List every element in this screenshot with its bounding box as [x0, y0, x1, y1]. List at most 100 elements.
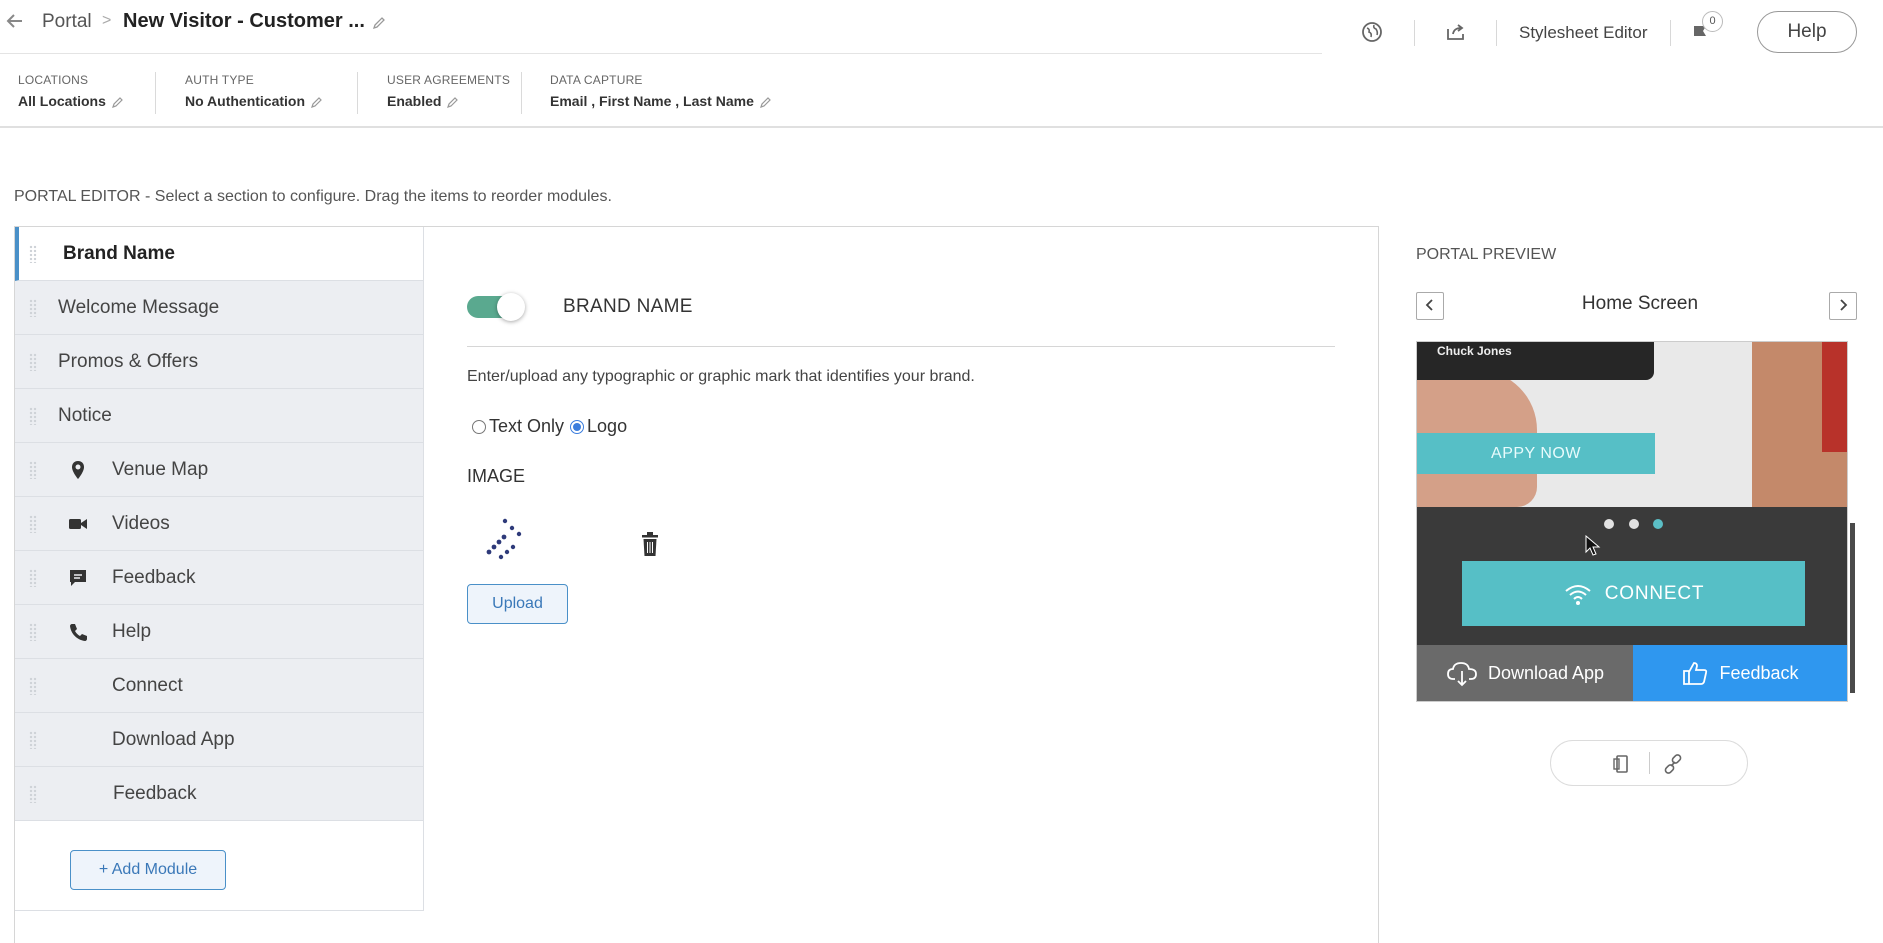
- phone-icon: [70, 624, 87, 641]
- setting-value: All Locations: [18, 93, 124, 109]
- add-module-button[interactable]: + Add Module: [70, 850, 226, 890]
- module-item-videos[interactable]: Videos: [15, 497, 424, 551]
- brand-name-toggle[interactable]: [467, 293, 525, 321]
- preview-next-button[interactable]: [1829, 292, 1857, 320]
- module-list: Brand Name Welcome Message Promos & Offe…: [15, 227, 424, 821]
- preview-hero-image: Chuck Jones APPY NOW: [1417, 342, 1847, 507]
- wifi-icon: [1565, 584, 1591, 605]
- module-label: Welcome Message: [58, 296, 220, 318]
- setting-locations[interactable]: LOCATIONS All Locations: [18, 73, 124, 109]
- radio-logo[interactable]: [570, 419, 585, 434]
- card-name-text: Chuck Jones: [1437, 344, 1512, 358]
- module-item-welcome-message[interactable]: Welcome Message: [15, 281, 424, 335]
- radio-logo-label[interactable]: Logo: [587, 416, 627, 437]
- toggle-knob: [497, 293, 525, 321]
- drag-handle-icon[interactable]: [29, 569, 37, 587]
- cloud-download-icon: [1447, 662, 1477, 687]
- module-item-brand-name[interactable]: Brand Name: [15, 227, 424, 281]
- drag-handle-icon[interactable]: [29, 731, 37, 749]
- drag-handle-icon[interactable]: [29, 299, 37, 317]
- trash-icon[interactable]: [640, 531, 660, 557]
- drag-handle-icon[interactable]: [29, 353, 37, 371]
- feedback-button[interactable]: Feedback: [1633, 645, 1847, 701]
- connect-label: CONNECT: [1604, 582, 1705, 604]
- module-label: Promos & Offers: [58, 350, 199, 372]
- thumbs-up-icon: [1683, 662, 1708, 685]
- breadcrumb-portal[interactable]: Portal: [42, 11, 92, 33]
- notification-badge: 0: [1702, 11, 1723, 32]
- upload-button[interactable]: Upload: [467, 584, 568, 624]
- module-item-download-app[interactable]: Download App: [15, 713, 424, 767]
- feedback-label: Feedback: [1719, 662, 1799, 683]
- edit-pencil-icon[interactable]: [111, 96, 124, 109]
- setting-user-agreements[interactable]: USER AGREEMENTS Enabled: [387, 73, 510, 109]
- separator: [1670, 20, 1671, 46]
- device-rotate-icon[interactable]: [1611, 753, 1633, 775]
- radio-text-only[interactable]: [472, 419, 486, 434]
- stylesheet-editor-link[interactable]: Stylesheet Editor: [1519, 23, 1648, 43]
- module-item-connect[interactable]: Connect: [15, 659, 424, 713]
- edit-pencil-icon[interactable]: [447, 96, 459, 109]
- connect-button[interactable]: CONNECT: [1462, 561, 1805, 626]
- help-button[interactable]: Help: [1757, 11, 1857, 53]
- preview-prev-button[interactable]: [1416, 292, 1444, 320]
- drag-handle-icon[interactable]: [29, 245, 37, 263]
- drag-handle-icon[interactable]: [29, 677, 37, 695]
- drag-handle-icon[interactable]: [29, 407, 37, 425]
- globe-icon[interactable]: [1360, 20, 1384, 44]
- setting-data-capture[interactable]: DATA CAPTURE Email , First Name , Last N…: [550, 73, 772, 109]
- module-item-feedback[interactable]: Feedback: [15, 551, 424, 605]
- section-title: BRAND NAME: [563, 296, 693, 317]
- carousel-dot[interactable]: [1629, 519, 1639, 529]
- setting-auth-type[interactable]: AUTH TYPE No Authentication: [185, 73, 323, 109]
- module-list-border: [423, 227, 424, 911]
- module-item-help[interactable]: Help: [15, 605, 424, 659]
- logo-preview-icon: [486, 518, 522, 560]
- drag-handle-icon[interactable]: [29, 623, 37, 641]
- top-divider: [0, 53, 1322, 54]
- download-app-button[interactable]: Download App: [1417, 645, 1633, 701]
- separator: [521, 72, 522, 114]
- carousel-dot-active[interactable]: [1653, 519, 1663, 529]
- module-label: Notice: [58, 404, 112, 426]
- edit-pencil-icon[interactable]: [759, 96, 772, 109]
- apply-now-button[interactable]: APPY NOW: [1417, 433, 1655, 474]
- carousel-dot[interactable]: [1604, 519, 1614, 529]
- hero-sleeve-shape: [1822, 342, 1847, 452]
- module-item-promos-offers[interactable]: Promos & Offers: [15, 335, 424, 389]
- chevron-left-icon: [1425, 298, 1433, 311]
- chevron-right-icon: [1840, 298, 1848, 311]
- brand-type-radio-group: Text Only Logo: [472, 416, 633, 437]
- preview-screen-title: Home Screen: [1581, 293, 1699, 314]
- share-icon[interactable]: [1444, 20, 1468, 44]
- setting-label: DATA CAPTURE: [550, 73, 643, 87]
- image-label: IMAGE: [467, 466, 526, 486]
- module-item-notice[interactable]: Notice: [15, 389, 424, 443]
- drag-handle-icon[interactable]: [29, 785, 37, 803]
- module-item-feedback-2[interactable]: Feedback: [15, 767, 424, 821]
- map-pin-icon: [72, 461, 84, 479]
- link-icon[interactable]: [1663, 754, 1683, 774]
- module-item-venue-map[interactable]: Venue Map: [15, 443, 424, 497]
- preview-scrollbar[interactable]: [1850, 523, 1855, 693]
- edit-pencil-icon[interactable]: [311, 96, 323, 109]
- setting-value: No Authentication: [185, 93, 323, 109]
- breadcrumb-separator: >: [102, 12, 112, 29]
- drag-handle-icon[interactable]: [29, 461, 37, 479]
- back-arrow-icon[interactable]: [2, 8, 28, 34]
- portal-editor-intro: PORTAL EDITOR - Select a section to conf…: [14, 188, 612, 205]
- setting-label: USER AGREEMENTS: [387, 73, 511, 87]
- separator: [1496, 20, 1497, 46]
- radio-text-only-label[interactable]: Text Only: [489, 416, 564, 437]
- module-label: Help: [112, 620, 152, 642]
- module-label: Download App: [112, 728, 235, 750]
- separator: [1649, 752, 1650, 774]
- download-app-label: Download App: [1487, 662, 1605, 683]
- edit-title-pencil-icon[interactable]: [372, 16, 386, 30]
- module-label: Feedback: [113, 782, 197, 804]
- module-label: Videos: [112, 512, 170, 534]
- chat-bubble-icon: [70, 570, 86, 586]
- drag-handle-icon[interactable]: [29, 515, 37, 533]
- module-label: Connect: [112, 674, 183, 696]
- setting-label: LOCATIONS: [18, 73, 89, 87]
